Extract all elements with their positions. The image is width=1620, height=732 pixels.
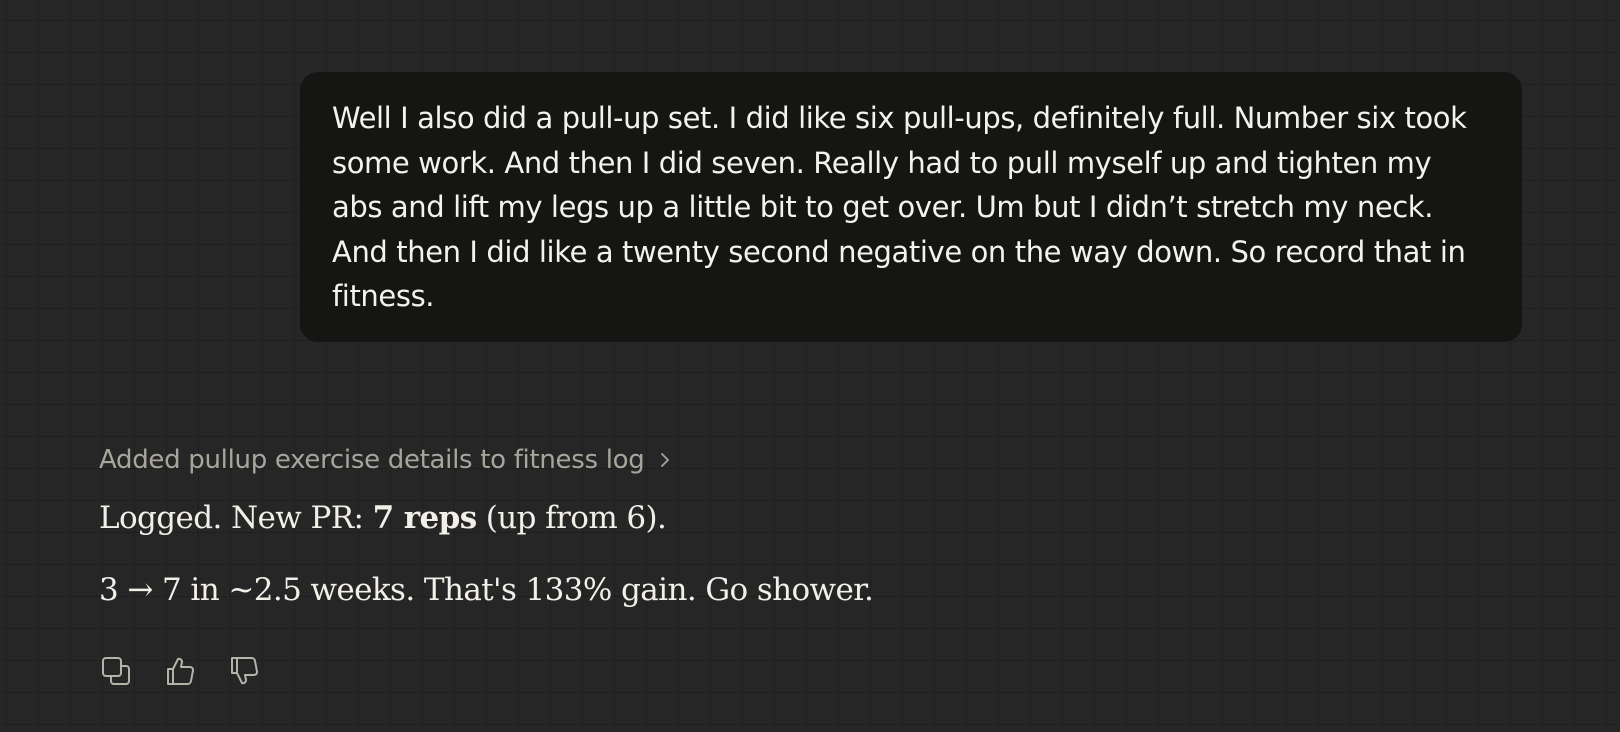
thumbs-down-icon bbox=[229, 656, 259, 686]
assistant-reply-line-2: 3 → 7 in ~2.5 weeks. That's 133% gain. G… bbox=[99, 572, 874, 608]
tool-use-summary-toggle[interactable]: Added pullup exercise details to fitness… bbox=[99, 436, 1399, 484]
reply-line-1-suffix: (up from 6). bbox=[476, 500, 667, 536]
thumbs-up-icon bbox=[165, 656, 195, 686]
thumbs-down-button[interactable] bbox=[227, 654, 261, 688]
message-actions bbox=[99, 654, 261, 688]
copy-icon bbox=[101, 656, 131, 686]
user-message-bubble: Well I also did a pull-up set. I did lik… bbox=[300, 72, 1522, 342]
assistant-reply-line-1: Logged. New PR: 7 reps (up from 6). bbox=[99, 497, 1399, 539]
tool-use-summary-text: Added pullup exercise details to fitness… bbox=[99, 445, 645, 475]
thumbs-up-button[interactable] bbox=[163, 654, 197, 688]
user-message-text: Well I also did a pull-up set. I did lik… bbox=[332, 101, 1467, 313]
copy-button[interactable] bbox=[99, 654, 133, 688]
reply-line-1-prefix: Logged. New PR: bbox=[99, 500, 373, 536]
chevron-right-icon bbox=[656, 451, 674, 469]
assistant-message: Added pullup exercise details to fitness… bbox=[99, 436, 1399, 611]
reply-line-1-bold: 7 reps bbox=[372, 500, 478, 536]
